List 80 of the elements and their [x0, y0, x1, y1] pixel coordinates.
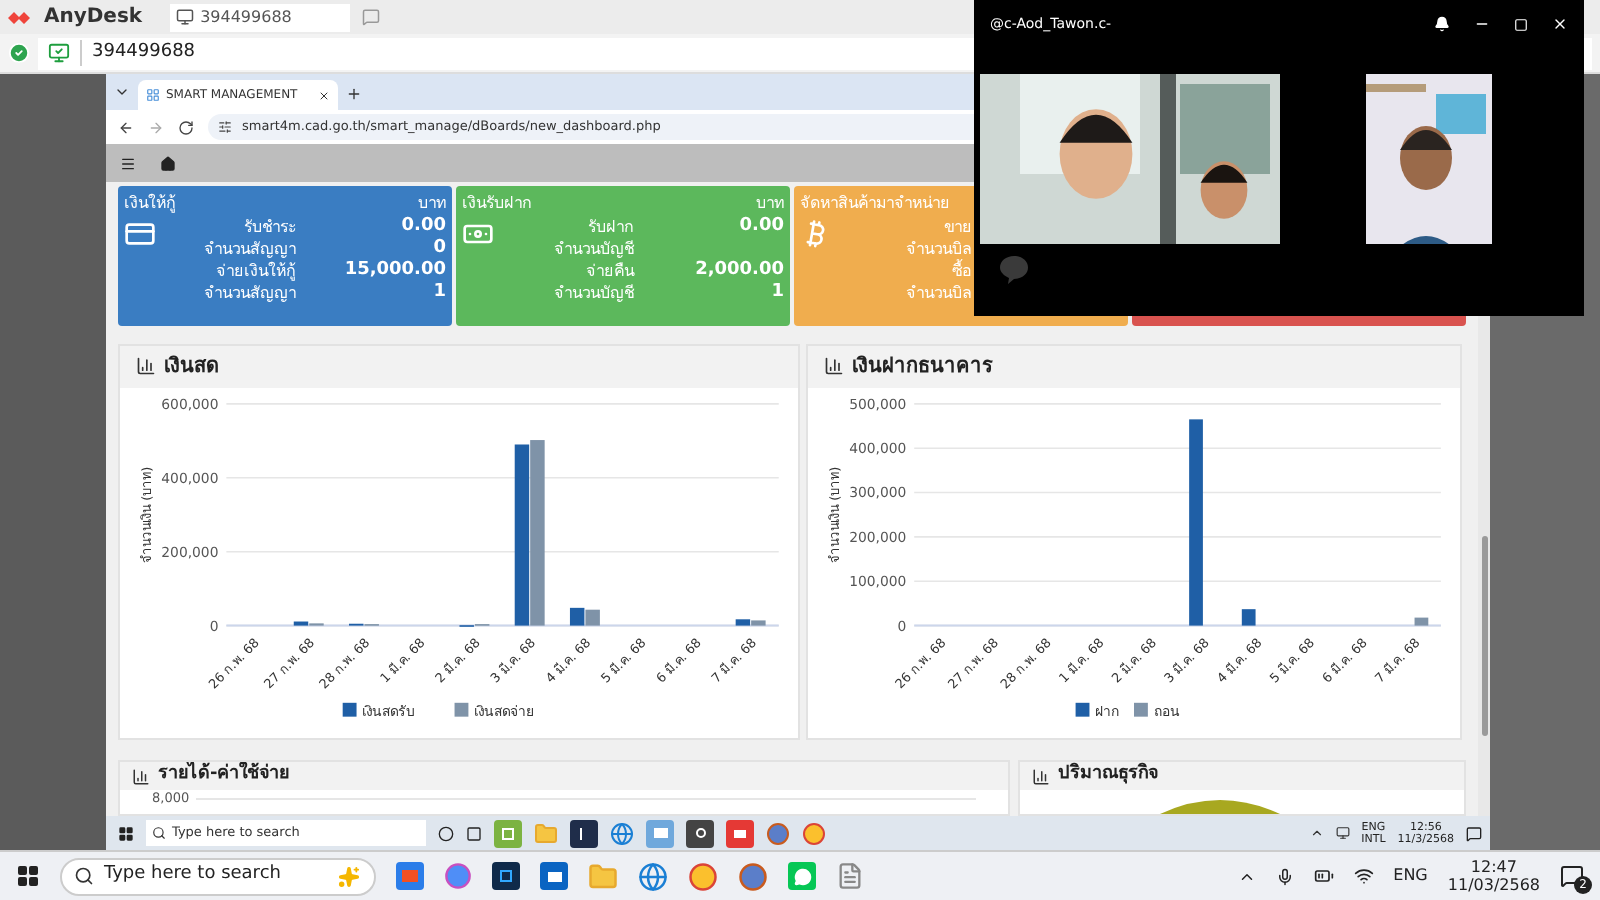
row-label: จำนวนบัญชี	[552, 282, 634, 304]
home-icon[interactable]	[160, 155, 176, 171]
legend-swatch	[454, 702, 469, 717]
bar-chart-icon	[1032, 767, 1050, 785]
row-value: 2,000.00	[695, 260, 784, 280]
row-label: จ่ายคืน	[584, 260, 634, 282]
card-title: เงินให้กู้	[124, 192, 176, 214]
menu-icon[interactable]	[120, 155, 136, 171]
row-label: รับชำระ	[242, 216, 296, 238]
monitor-check-icon	[48, 42, 70, 64]
site-settings-icon	[218, 120, 232, 134]
row-value: 0.00	[739, 216, 784, 236]
card-title: เงินรับฝาก	[462, 192, 532, 214]
terminal-icon[interactable]	[570, 819, 598, 847]
app-icon[interactable]	[726, 819, 754, 847]
bar-chart-icon	[132, 767, 150, 785]
connected-icon	[8, 42, 30, 64]
panel-title: เงินสด	[164, 353, 218, 382]
start-icon[interactable]	[118, 825, 134, 841]
row-value: 0	[433, 238, 446, 258]
panel-title: ปริมาณธุรกิจ	[1058, 762, 1158, 789]
bar-chart-icon	[824, 356, 844, 377]
battery-icon[interactable]	[1313, 866, 1334, 886]
chat-bubble-icon	[998, 254, 1030, 286]
row-label: จ่ายเงินให้กู้	[214, 260, 296, 282]
task-view-icon[interactable]	[466, 825, 482, 841]
app-name: AnyDesk	[44, 4, 143, 32]
row-value: 1	[771, 282, 784, 302]
panel-title: เงินฝากธนาคาร	[852, 353, 992, 382]
credit-card-icon	[124, 218, 156, 250]
row-label: จำนวนบัญชี	[552, 238, 634, 260]
search-icon	[152, 826, 166, 840]
scrollbar-thumb[interactable]	[1481, 536, 1487, 736]
legend-swatch	[342, 702, 357, 717]
app-icon[interactable]	[686, 819, 714, 847]
notification-icon[interactable]	[1466, 825, 1482, 841]
reload-icon[interactable]	[178, 119, 194, 135]
search-icon	[74, 866, 94, 886]
wifi-icon[interactable]	[1353, 866, 1374, 886]
card-title: จัดหาสินค้ามาจำหน่าย	[800, 192, 950, 214]
legend-swatch	[1134, 702, 1148, 717]
tray-chevron-icon[interactable]	[1309, 826, 1324, 840]
row-value: 15,000.00	[344, 260, 446, 280]
close-icon[interactable]	[318, 89, 330, 101]
row-label: ขาย	[942, 216, 972, 238]
anydesk-logo-icon	[8, 7, 32, 27]
app-icon[interactable]	[492, 862, 520, 890]
row-label: รับฝาก	[586, 216, 634, 238]
clock-date[interactable]: 11/03/2568	[1447, 876, 1540, 894]
clock-time[interactable]: 12:47	[1470, 858, 1517, 876]
row-value: 1	[433, 282, 446, 302]
unit-label: บาท	[418, 192, 446, 214]
language-label[interactable]: ENG	[1393, 864, 1428, 888]
row-label: จำนวนบิล	[904, 282, 972, 304]
search-field[interactable]: Type here to search	[60, 857, 376, 895]
unit-label: บาท	[756, 192, 784, 214]
row-label: ซื้อ	[950, 260, 972, 282]
mail-icon[interactable]	[540, 862, 568, 890]
panel-title: รายได้-ค่าใช้จ่าย	[158, 762, 290, 789]
legend-swatch	[1075, 702, 1090, 717]
notification-icon[interactable]	[1560, 864, 1584, 888]
file-icon[interactable]	[836, 862, 864, 890]
row-label: จำนวนบิล	[904, 238, 972, 259]
pie-chart-drawing	[1160, 798, 1280, 814]
row-label: จำนวนสัญญา	[202, 238, 296, 260]
row-value: 0.00	[401, 216, 446, 236]
site-icon	[146, 88, 160, 102]
start-icon[interactable]	[16, 864, 40, 888]
row-label: จำนวนสัญญา	[202, 282, 296, 304]
tab-list-icon[interactable]	[114, 84, 130, 100]
back-icon[interactable]	[118, 119, 134, 135]
session-tab[interactable]: 394499688	[170, 3, 351, 31]
new-tab-icon[interactable]	[346, 86, 362, 102]
bar	[1241, 608, 1256, 626]
bar-chart-icon	[136, 356, 156, 377]
sparkle-icon	[338, 865, 360, 887]
maximize-icon[interactable]	[1514, 17, 1528, 31]
microphone-icon[interactable]	[1275, 867, 1294, 885]
bar	[1414, 617, 1429, 626]
monitor-icon	[176, 8, 195, 26]
